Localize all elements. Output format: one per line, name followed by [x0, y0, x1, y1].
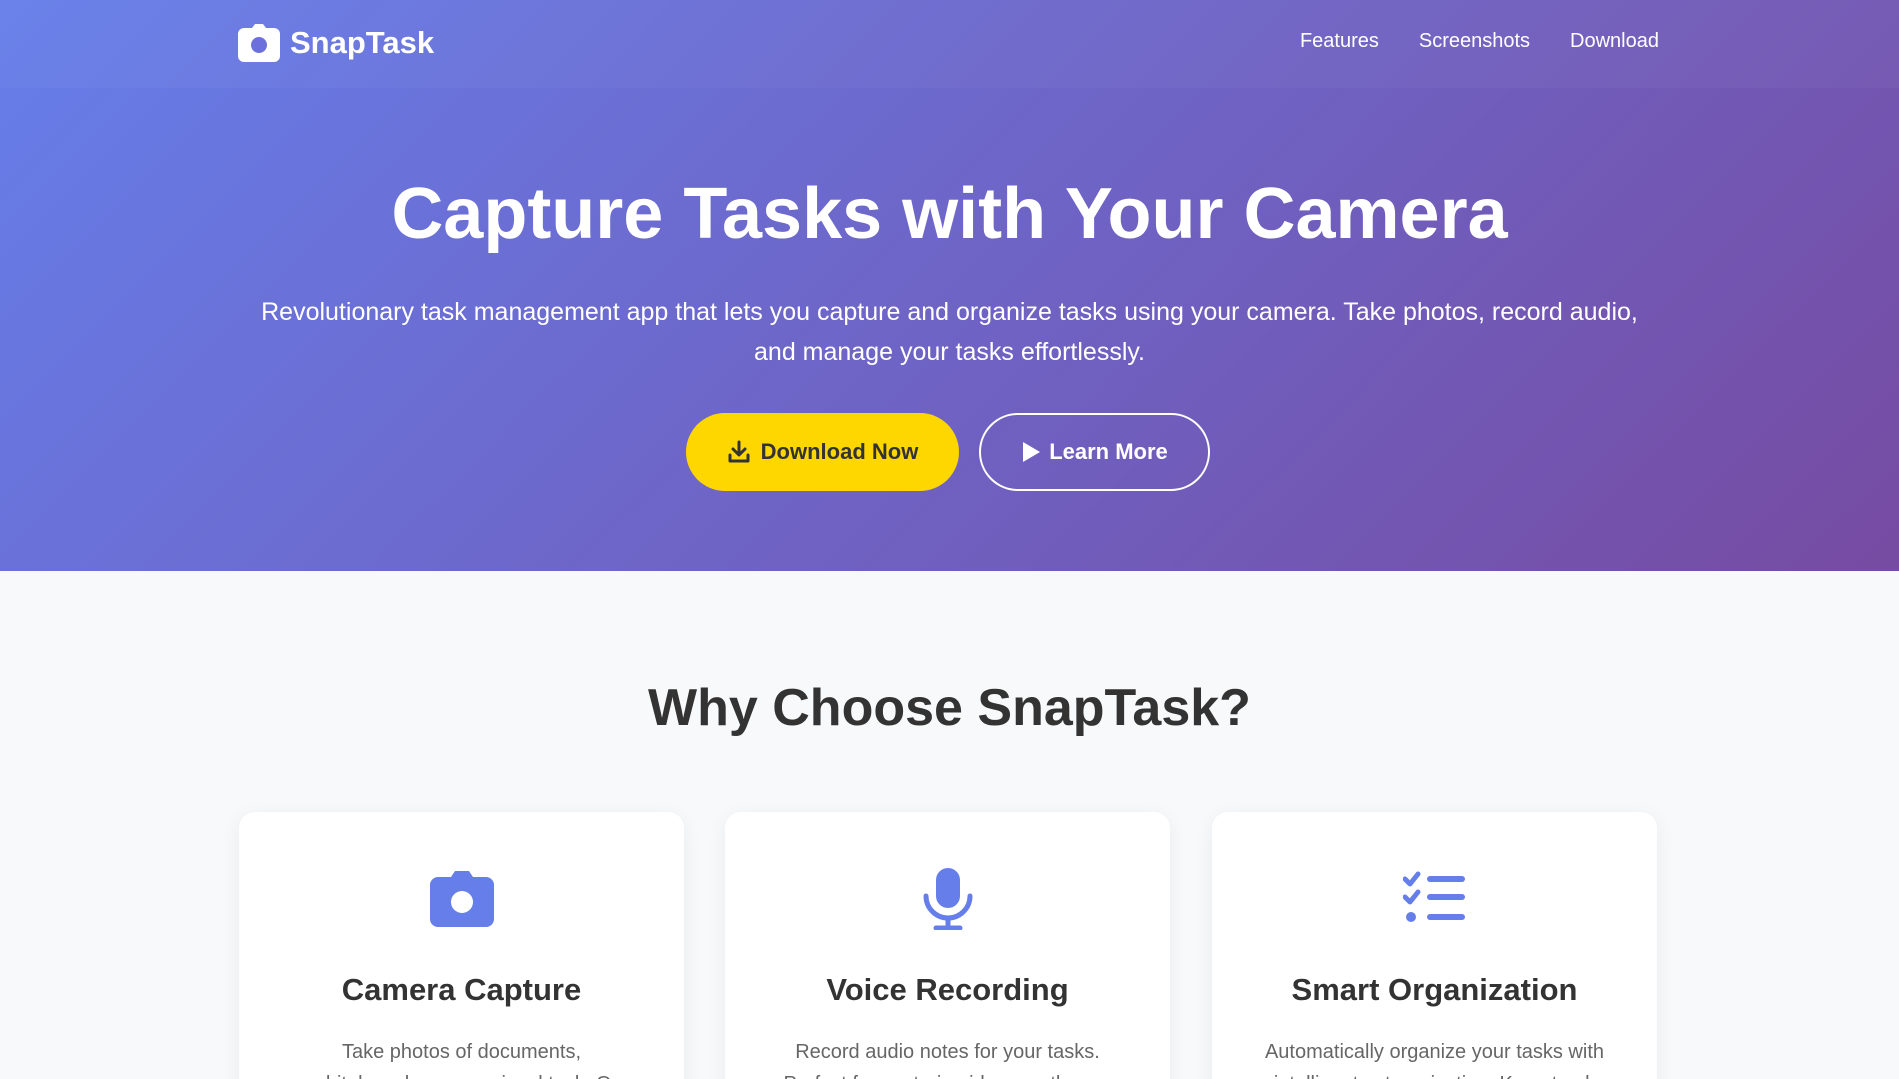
microphone-icon [923, 868, 972, 930]
feature-card-desc: Automatically organize your tasks with i… [1264, 1041, 1605, 1079]
brand-name: SnapTask [290, 25, 435, 60]
hero-section: SnapTask Features Screenshots Download C… [0, 0, 1899, 571]
feature-card-desc: Take photos of documents, whiteboards, o… [311, 1041, 611, 1079]
download-now-button[interactable]: Download Now [686, 413, 959, 491]
feature-card-title: Voice Recording [826, 972, 1069, 1007]
navbar: SnapTask Features Screenshots Download [0, 0, 1899, 88]
brand-logo[interactable]: SnapTask [238, 24, 434, 62]
feature-card-camera: Camera Capture Take photos of documents,… [239, 812, 684, 1079]
feature-card-title: Camera Capture [341, 972, 582, 1007]
features-section-title: Why Choose SnapTask? [648, 679, 1251, 737]
camera-icon [238, 24, 280, 62]
learn-more-label: Learn More [1049, 439, 1168, 464]
nav-link-download[interactable]: Download [1570, 30, 1659, 53]
nav-link-screenshots[interactable]: Screenshots [1419, 30, 1530, 53]
download-now-label: Download Now [760, 439, 919, 464]
feature-card-title: Smart Organization [1291, 972, 1578, 1007]
hero-title: Capture Tasks with Your Camera [391, 174, 1508, 254]
nav-link-features[interactable]: Features [1300, 30, 1379, 53]
camera-icon [429, 871, 494, 927]
nav-links: Features Screenshots Download [1300, 30, 1659, 53]
feature-card-desc: Record audio notes for your tasks. Perfe… [784, 1041, 1112, 1079]
hero-subtitle: Revolutionary task management app that l… [261, 298, 1638, 366]
feature-card-voice: Voice Recording Record audio notes for y… [725, 812, 1170, 1079]
feature-card-organization: Smart Organization Automatically organiz… [1212, 812, 1657, 1079]
play-icon [1023, 442, 1041, 462]
learn-more-button[interactable]: Learn More [979, 413, 1210, 491]
download-icon [728, 440, 750, 463]
task-list-icon [1402, 871, 1465, 922]
